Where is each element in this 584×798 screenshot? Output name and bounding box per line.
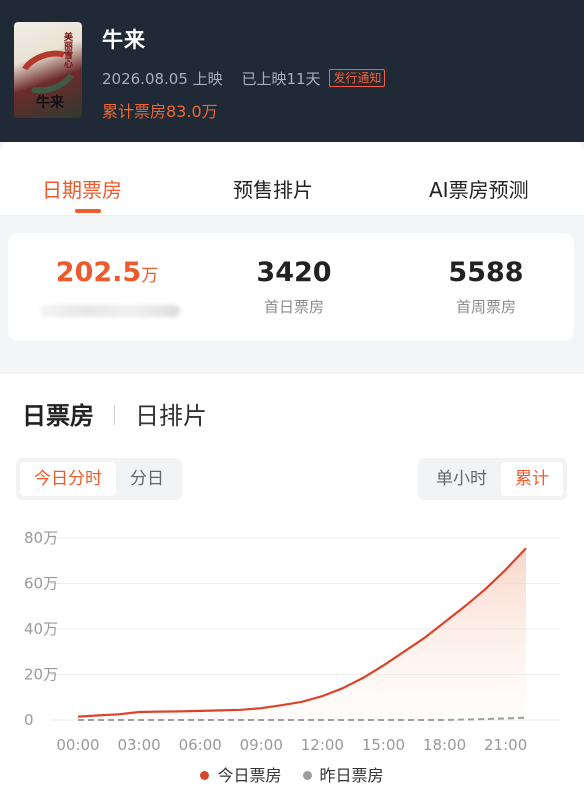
legend-yesterday-label: 昨日票房 [319,766,384,785]
stat-today-unit: 万 [141,266,159,286]
tab-date-box-office[interactable]: 日期票房 [42,174,122,203]
y-tick-label: 20万 [24,666,58,684]
x-tick-label: 00:00 [56,736,99,754]
release-notice-badge[interactable]: 发行通知 [329,69,386,87]
chart-section: 日票房 日排片 今日分时 分日 单小时 累计 80万 60万 40万 20万 0 00:00… [0,374,584,798]
x-tick-label: 12:00 [301,736,344,754]
obscured-caption [40,305,180,317]
stat-first-day-caption: 首日票房 [263,298,324,316]
x-tick-label: 06:00 [179,736,222,754]
days-released: 已上映11天 [241,70,321,88]
y-tick-label: 60万 [24,575,58,593]
stat-first-week: 5588 首周票房 [436,257,536,317]
tab-presale-schedule[interactable]: 预售排片 [233,174,313,203]
legend-today[interactable]: 今日票房 [200,762,281,786]
main-tabs: 日期票房 预售排片 AI票房预测 [0,142,584,216]
x-tick-label: 03:00 [117,736,160,754]
value-mode-toggle: 单小时 累计 [418,458,567,500]
toggle-daily[interactable]: 分日 [116,462,178,496]
movie-title: 牛来 [102,28,146,52]
toggle-per-hour[interactable]: 单小时 [422,462,501,496]
hourly-box-office-chart: 80万 60万 40万 20万 0 00:00 03:00 06:00 09:00 12:00 15… [24,529,560,754]
stat-today: 202.5万 [52,257,162,288]
x-tick-label: 15:00 [362,736,405,754]
section-tabs: 日票房 日排片 [22,396,207,431]
movie-poster[interactable]: 美丽雪心 牛来 [14,22,82,118]
toggle-cumulative[interactable]: 累计 [501,462,563,496]
section-tab-schedule[interactable]: 日排片 [135,402,207,430]
release-date: 2026.08.05 上映 [102,70,223,88]
release-info: 2026.08.05 上映 已上映11天 发行通知 [102,68,399,89]
stat-first-day: 3420 首日票房 [244,257,344,317]
tab-ai-forecast[interactable]: AI票房预测 [429,174,529,203]
y-tick-label: 80万 [24,529,58,547]
legend-yesterday[interactable]: 昨日票房 [302,762,384,786]
stat-first-day-value: 3420 [256,257,332,288]
stat-today-value: 202.5 [55,257,142,288]
x-tick-label: 18:00 [423,736,466,754]
stat-first-week-caption: 首周票房 [455,298,516,316]
legend-today-dot [200,771,210,780]
legend-today-label: 今日票房 [217,766,282,785]
legend-yesterday-dot [302,771,312,780]
movie-header: 美丽雪心 牛来 牛来 2026.08.05 上映 已上映11天 发行通知 累计票… [0,0,584,142]
poster-title: 牛来 [36,95,64,111]
active-tab-indicator [75,209,101,213]
x-tick-label: 21:00 [484,736,527,754]
chart-legend: 今日票房 昨日票房 [0,762,584,786]
poster-tagline: 美丽雪心 [62,32,72,68]
section-divider [114,405,115,425]
today-area-fill [78,548,526,720]
toggle-today-hourly[interactable]: 今日分时 [20,462,116,496]
stats-summary: 202.5万 3420 首日票房 5588 首周票房 [8,233,574,341]
cumulative-box-office: 累计票房83.0万 [102,102,218,121]
y-tick-label: 0 [24,711,34,729]
x-tick-label: 09:00 [240,736,283,754]
section-tab-box-office[interactable]: 日票房 [22,402,94,430]
stat-first-week-value: 5588 [448,257,524,288]
y-tick-label: 40万 [24,620,58,638]
time-granularity-toggle: 今日分时 分日 [16,458,182,500]
